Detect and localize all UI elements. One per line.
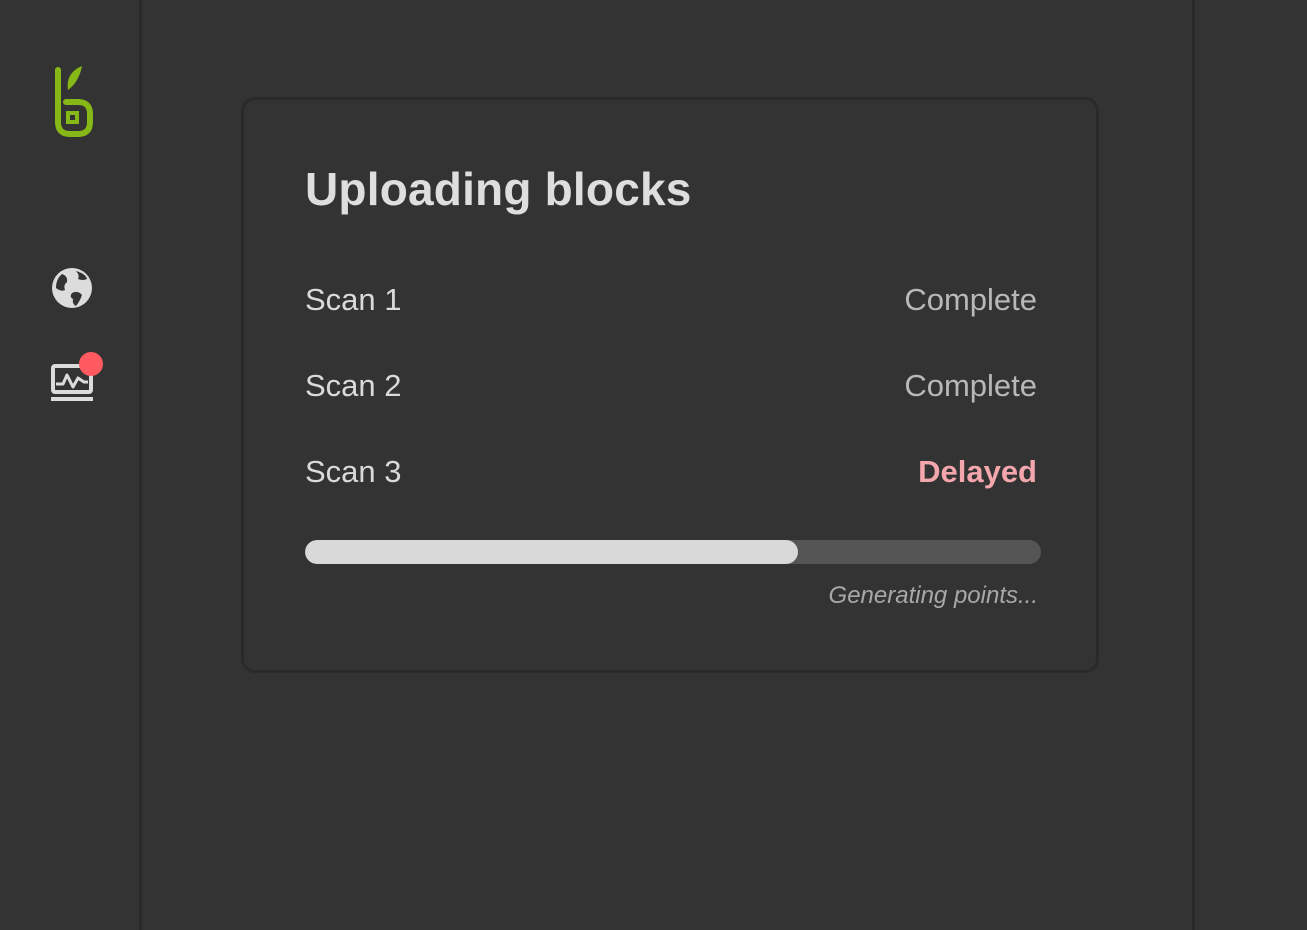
globe-icon[interactable] bbox=[50, 266, 94, 310]
card-title: Uploading blocks bbox=[305, 163, 692, 215]
scan-status-delayed: Delayed bbox=[918, 454, 1037, 489]
scan-row: Scan 1 Complete bbox=[305, 282, 1037, 322]
right-divider bbox=[1192, 0, 1195, 930]
scan-label: Scan 1 bbox=[305, 282, 402, 317]
scan-status: Complete bbox=[904, 282, 1037, 317]
upload-progress-card: Uploading blocks Scan 1 Complete Scan 2 … bbox=[241, 97, 1099, 673]
sprout-logo[interactable] bbox=[48, 60, 96, 140]
scan-label: Scan 3 bbox=[305, 454, 402, 489]
scan-row: Scan 3 Delayed bbox=[305, 454, 1037, 494]
scan-status: Complete bbox=[904, 368, 1037, 403]
progress-fill bbox=[305, 540, 799, 564]
sidebar bbox=[0, 0, 142, 930]
progress-bar bbox=[305, 540, 1041, 564]
scan-label: Scan 2 bbox=[305, 368, 402, 403]
scan-row: Scan 2 Complete bbox=[305, 368, 1037, 408]
notification-badge bbox=[79, 352, 103, 376]
progress-caption: Generating points... bbox=[828, 582, 1038, 609]
